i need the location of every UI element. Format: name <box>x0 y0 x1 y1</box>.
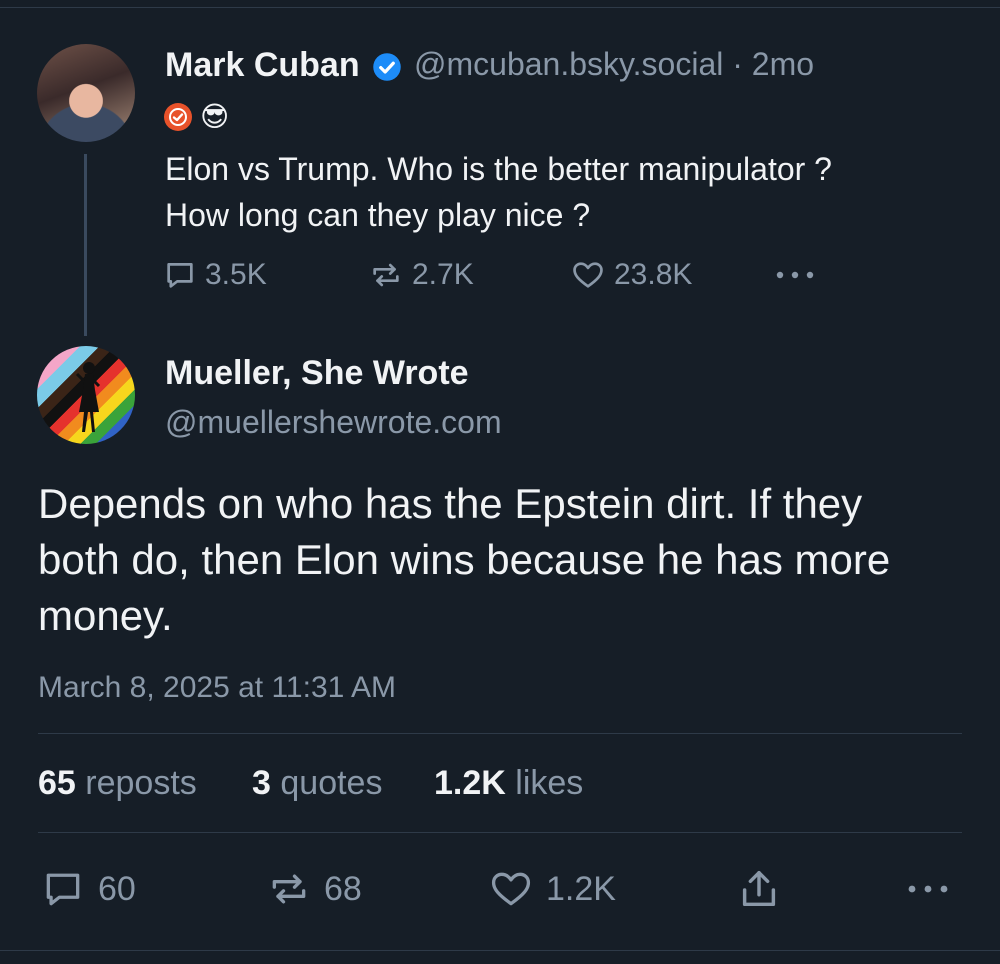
author-name[interactable]: Mark Cuban <box>165 46 360 85</box>
like-button[interactable]: 1.2K <box>488 866 616 912</box>
repost-icon <box>272 874 306 904</box>
repost-icon <box>373 263 399 287</box>
comment-icon <box>167 263 193 288</box>
quotes-count: 3 <box>252 764 271 802</box>
likes-label: likes <box>515 764 584 802</box>
like-count: 1.2K <box>546 869 616 908</box>
comment-icon <box>46 873 80 906</box>
quotes-label: quotes <box>280 764 383 802</box>
sunglasses-emoji-icon: 😎 <box>200 101 230 132</box>
likes-count: 1.2K <box>434 764 506 802</box>
share-icon <box>742 870 776 907</box>
avatar-mark-cuban[interactable] <box>37 44 135 142</box>
post-text-line: How long can they play nice ? <box>165 197 591 233</box>
repost-count: 68 <box>324 869 362 908</box>
like-button[interactable]: 23.8K <box>570 256 692 294</box>
reply-count: 3.5K <box>205 258 267 291</box>
post-timestamp: March 8, 2025 at 11:31 AM <box>38 671 396 704</box>
bottom-divider <box>0 950 1000 951</box>
more-options-button[interactable] <box>774 256 816 294</box>
stats-top-divider <box>38 733 962 734</box>
heart-icon <box>573 262 603 288</box>
repost-count: 2.7K <box>412 258 474 291</box>
more-options-button[interactable] <box>906 866 950 912</box>
thread-connector-line <box>84 154 87 336</box>
reply-button[interactable]: 60 <box>40 866 136 912</box>
more-dots-icon <box>908 885 948 893</box>
share-button[interactable] <box>736 866 782 912</box>
reply-count: 60 <box>98 869 136 908</box>
like-count: 23.8K <box>614 258 693 291</box>
post-text-line: Depends on who has the Epstein dirt. If … <box>38 480 863 527</box>
repost-button[interactable]: 2.7K <box>368 256 474 294</box>
verified-check-icon <box>373 53 401 81</box>
post-text-line: both do, then Elon wins because he has m… <box>38 536 891 583</box>
reply-button[interactable]: 3.5K <box>163 256 267 294</box>
post-text: Depends on who has the Epstein dirt. If … <box>38 476 988 644</box>
post-text: Elon vs Trump. Who is the better manipul… <box>165 146 985 238</box>
post-text-line: Elon vs Trump. Who is the better manipul… <box>165 151 832 187</box>
more-dots-icon <box>776 271 814 279</box>
reposts-count: 65 <box>38 764 76 802</box>
author-handle[interactable]: @muellershewrote.com <box>165 404 502 441</box>
top-divider <box>0 7 1000 8</box>
author-handle-and-time[interactable]: @mcuban.bsky.social · 2mo <box>414 46 814 83</box>
post-text-line: money. <box>38 592 173 639</box>
repost-button[interactable]: 68 <box>266 866 362 912</box>
quotes-stat[interactable]: 3 quotes <box>252 764 382 803</box>
stats-bottom-divider <box>38 832 962 833</box>
reposts-label: reposts <box>85 764 197 802</box>
author-name[interactable]: Mueller, She Wrote <box>165 354 469 393</box>
likes-stat[interactable]: 1.2K likes <box>434 764 583 803</box>
heart-icon <box>491 872 531 906</box>
orange-check-badge-icon <box>164 103 192 131</box>
avatar-mueller-she-wrote[interactable] <box>37 346 135 444</box>
reposts-stat[interactable]: 65 reposts <box>38 764 197 803</box>
woman-silhouette-icon <box>75 362 101 432</box>
